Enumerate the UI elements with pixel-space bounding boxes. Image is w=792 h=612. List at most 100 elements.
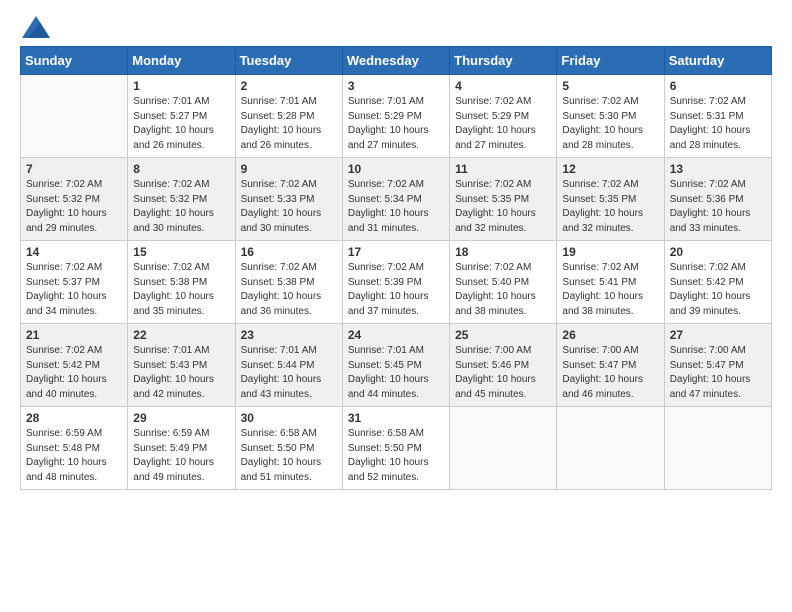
day-info: Sunrise: 7:01 AM Sunset: 5:43 PM Dayligh… — [133, 344, 229, 402]
calendar-table: SundayMondayTuesdayWednesdayThursdayFrid… — [20, 46, 772, 490]
day-number: 11 — [455, 162, 551, 176]
day-number: 24 — [348, 328, 444, 342]
day-info: Sunrise: 7:02 AM Sunset: 5:41 PM Dayligh… — [562, 261, 658, 319]
calendar-cell — [664, 407, 771, 490]
weekday-header-row: SundayMondayTuesdayWednesdayThursdayFrid… — [21, 47, 772, 75]
weekday-header-wednesday: Wednesday — [342, 47, 449, 75]
logo — [20, 16, 50, 38]
calendar-cell: 12 Sunrise: 7:02 AM Sunset: 5:35 PM Dayli… — [557, 158, 664, 241]
day-number: 14 — [26, 245, 122, 259]
calendar-header: SundayMondayTuesdayWednesdayThursdayFrid… — [21, 47, 772, 75]
day-info: Sunrise: 7:02 AM Sunset: 5:35 PM Dayligh… — [455, 178, 551, 236]
weekday-header-monday: Monday — [128, 47, 235, 75]
day-info: Sunrise: 7:02 AM Sunset: 5:40 PM Dayligh… — [455, 261, 551, 319]
day-number: 25 — [455, 328, 551, 342]
weekday-header-sunday: Sunday — [21, 47, 128, 75]
day-number: 20 — [670, 245, 766, 259]
calendar-body: 1Sunrise: 7:01 AM Sunset: 5:27 PM Daylig… — [21, 75, 772, 490]
page: SundayMondayTuesdayWednesdayThursdayFrid… — [0, 0, 792, 506]
day-number: 18 — [455, 245, 551, 259]
day-info: Sunrise: 7:00 AM Sunset: 5:46 PM Dayligh… — [455, 344, 551, 402]
calendar-cell: 27 Sunrise: 7:00 AM Sunset: 5:47 PM Dayli… — [664, 324, 771, 407]
calendar-cell: 13 Sunrise: 7:02 AM Sunset: 5:36 PM Dayli… — [664, 158, 771, 241]
day-number: 27 — [670, 328, 766, 342]
calendar-cell: 14 Sunrise: 7:02 AM Sunset: 5:37 PM Dayli… — [21, 241, 128, 324]
day-number: 10 — [348, 162, 444, 176]
calendar-cell — [557, 407, 664, 490]
day-info: Sunrise: 7:02 AM Sunset: 5:33 PM Dayligh… — [241, 178, 337, 236]
day-number: 6 — [670, 79, 766, 93]
calendar-cell: 5 Sunrise: 7:02 AM Sunset: 5:30 PM Daylig… — [557, 75, 664, 158]
header — [20, 16, 772, 38]
calendar-cell: 15Sunrise: 7:02 AM Sunset: 5:38 PM Dayli… — [128, 241, 235, 324]
day-info: Sunrise: 7:02 AM Sunset: 5:29 PM Dayligh… — [455, 95, 551, 153]
day-info: Sunrise: 7:02 AM Sunset: 5:36 PM Dayligh… — [670, 178, 766, 236]
day-number: 13 — [670, 162, 766, 176]
day-number: 22 — [133, 328, 229, 342]
week-row-0: 1Sunrise: 7:01 AM Sunset: 5:27 PM Daylig… — [21, 75, 772, 158]
calendar-cell: 23 Sunrise: 7:01 AM Sunset: 5:44 PM Dayli… — [235, 324, 342, 407]
calendar-cell: 4Sunrise: 7:02 AM Sunset: 5:29 PM Daylig… — [450, 75, 557, 158]
calendar-cell: 11 Sunrise: 7:02 AM Sunset: 5:35 PM Dayli… — [450, 158, 557, 241]
calendar-cell: 16 Sunrise: 7:02 AM Sunset: 5:38 PM Dayli… — [235, 241, 342, 324]
logo-icon — [22, 16, 50, 38]
calendar-cell: 25 Sunrise: 7:00 AM Sunset: 5:46 PM Dayli… — [450, 324, 557, 407]
day-number: 12 — [562, 162, 658, 176]
day-info: Sunrise: 6:59 AM Sunset: 5:48 PM Dayligh… — [26, 427, 122, 485]
calendar-cell: 8Sunrise: 7:02 AM Sunset: 5:32 PM Daylig… — [128, 158, 235, 241]
day-info: Sunrise: 7:00 AM Sunset: 5:47 PM Dayligh… — [562, 344, 658, 402]
day-number: 23 — [241, 328, 337, 342]
day-info: Sunrise: 7:01 AM Sunset: 5:45 PM Dayligh… — [348, 344, 444, 402]
calendar-cell: 30 Sunrise: 6:58 AM Sunset: 5:50 PM Dayli… — [235, 407, 342, 490]
calendar-cell: 20 Sunrise: 7:02 AM Sunset: 5:42 PM Dayli… — [664, 241, 771, 324]
day-info: Sunrise: 7:02 AM Sunset: 5:37 PM Dayligh… — [26, 261, 122, 319]
day-info: Sunrise: 7:02 AM Sunset: 5:32 PM Dayligh… — [26, 178, 122, 236]
day-info: Sunrise: 7:02 AM Sunset: 5:35 PM Dayligh… — [562, 178, 658, 236]
day-number: 3 — [348, 79, 444, 93]
weekday-header-thursday: Thursday — [450, 47, 557, 75]
calendar-cell: 2 Sunrise: 7:01 AM Sunset: 5:28 PM Daylig… — [235, 75, 342, 158]
week-row-2: 14 Sunrise: 7:02 AM Sunset: 5:37 PM Dayli… — [21, 241, 772, 324]
day-number: 31 — [348, 411, 444, 425]
day-info: Sunrise: 7:02 AM Sunset: 5:30 PM Dayligh… — [562, 95, 658, 153]
day-number: 7 — [26, 162, 122, 176]
calendar-cell: 24 Sunrise: 7:01 AM Sunset: 5:45 PM Dayli… — [342, 324, 449, 407]
day-info: Sunrise: 7:02 AM Sunset: 5:42 PM Dayligh… — [670, 261, 766, 319]
calendar-cell: 6 Sunrise: 7:02 AM Sunset: 5:31 PM Daylig… — [664, 75, 771, 158]
day-number: 5 — [562, 79, 658, 93]
day-number: 2 — [241, 79, 337, 93]
calendar-cell: 1Sunrise: 7:01 AM Sunset: 5:27 PM Daylig… — [128, 75, 235, 158]
day-info: Sunrise: 7:02 AM Sunset: 5:38 PM Dayligh… — [241, 261, 337, 319]
day-info: Sunrise: 7:00 AM Sunset: 5:47 PM Dayligh… — [670, 344, 766, 402]
day-number: 16 — [241, 245, 337, 259]
day-number: 15 — [133, 245, 229, 259]
calendar-cell — [21, 75, 128, 158]
day-number: 30 — [241, 411, 337, 425]
calendar-cell: 19Sunrise: 7:02 AM Sunset: 5:41 PM Dayli… — [557, 241, 664, 324]
day-number: 8 — [133, 162, 229, 176]
day-info: Sunrise: 7:01 AM Sunset: 5:27 PM Dayligh… — [133, 95, 229, 153]
weekday-header-tuesday: Tuesday — [235, 47, 342, 75]
calendar-cell: 3Sunrise: 7:01 AM Sunset: 5:29 PM Daylig… — [342, 75, 449, 158]
day-info: Sunrise: 6:58 AM Sunset: 5:50 PM Dayligh… — [348, 427, 444, 485]
day-number: 17 — [348, 245, 444, 259]
week-row-3: 21Sunrise: 7:02 AM Sunset: 5:42 PM Dayli… — [21, 324, 772, 407]
day-info: Sunrise: 7:02 AM Sunset: 5:39 PM Dayligh… — [348, 261, 444, 319]
calendar-cell: 22 Sunrise: 7:01 AM Sunset: 5:43 PM Dayli… — [128, 324, 235, 407]
calendar-cell: 31 Sunrise: 6:58 AM Sunset: 5:50 PM Dayli… — [342, 407, 449, 490]
calendar-cell: 28 Sunrise: 6:59 AM Sunset: 5:48 PM Dayli… — [21, 407, 128, 490]
day-info: Sunrise: 6:58 AM Sunset: 5:50 PM Dayligh… — [241, 427, 337, 485]
calendar-cell: 18 Sunrise: 7:02 AM Sunset: 5:40 PM Dayli… — [450, 241, 557, 324]
calendar-cell: 17 Sunrise: 7:02 AM Sunset: 5:39 PM Dayli… — [342, 241, 449, 324]
day-info: Sunrise: 6:59 AM Sunset: 5:49 PM Dayligh… — [133, 427, 229, 485]
weekday-header-saturday: Saturday — [664, 47, 771, 75]
calendar-cell — [450, 407, 557, 490]
logo-text — [20, 16, 50, 38]
day-number: 28 — [26, 411, 122, 425]
day-info: Sunrise: 7:01 AM Sunset: 5:44 PM Dayligh… — [241, 344, 337, 402]
day-info: Sunrise: 7:02 AM Sunset: 5:31 PM Dayligh… — [670, 95, 766, 153]
day-info: Sunrise: 7:02 AM Sunset: 5:42 PM Dayligh… — [26, 344, 122, 402]
calendar-cell: 9Sunrise: 7:02 AM Sunset: 5:33 PM Daylig… — [235, 158, 342, 241]
calendar-cell: 7 Sunrise: 7:02 AM Sunset: 5:32 PM Daylig… — [21, 158, 128, 241]
day-info: Sunrise: 7:01 AM Sunset: 5:28 PM Dayligh… — [241, 95, 337, 153]
